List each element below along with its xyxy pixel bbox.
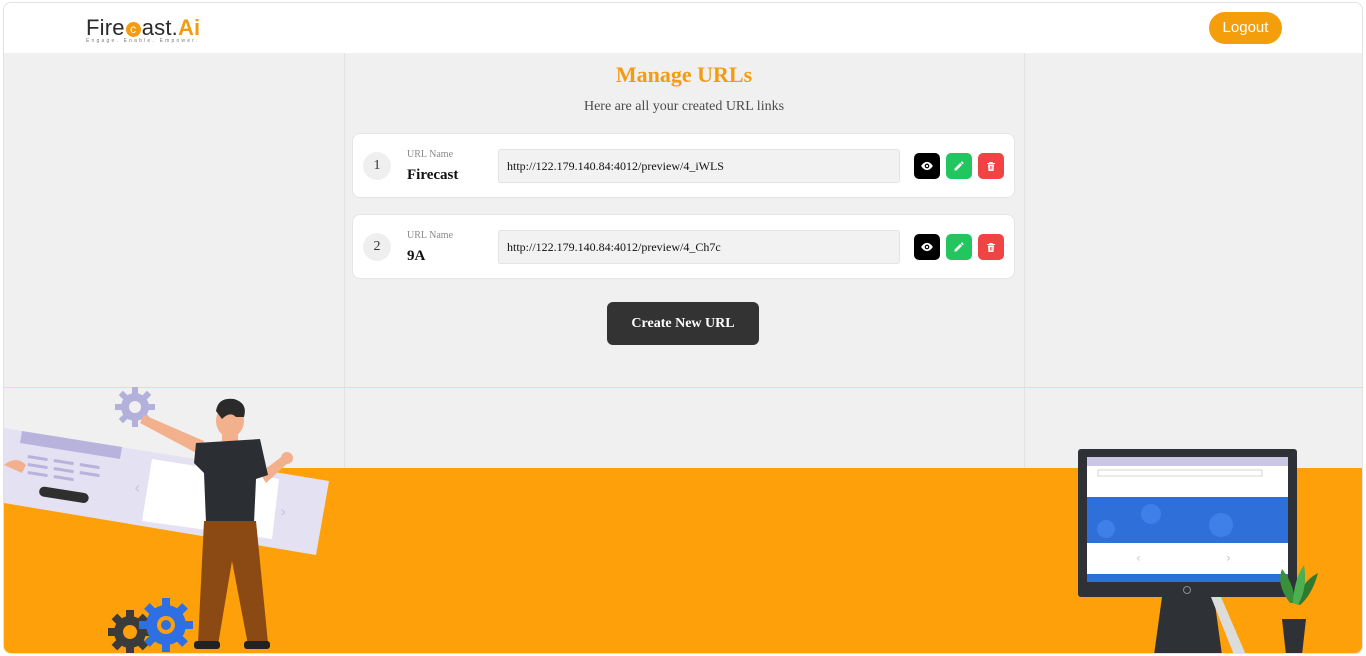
- svg-text:‹: ‹: [134, 478, 140, 497]
- delete-button[interactable]: [978, 153, 1004, 179]
- trash-icon: [987, 161, 995, 171]
- gear-illustration-dark: [108, 610, 152, 653]
- monitor-illustration: ‹ ›: [1078, 449, 1297, 653]
- svg-text:›: ›: [280, 502, 286, 521]
- svg-text:‹: ‹: [1136, 551, 1141, 565]
- pencil-icon: [954, 242, 964, 252]
- url-link-field[interactable]: http://122.179.140.84:4012/preview/4_Ch7…: [498, 230, 900, 264]
- url-link-field[interactable]: http://122.179.140.84:4012/preview/4_iWL…: [498, 149, 900, 183]
- url-name-label: URL Name: [407, 149, 454, 160]
- url-card: 1 URL Name Firecast http://122.179.140.8…: [352, 133, 1015, 198]
- gear-illustration-blue: [139, 598, 193, 652]
- url-name-value: Firecast: [407, 167, 459, 183]
- delete-button[interactable]: [978, 234, 1004, 260]
- create-new-url-button[interactable]: Create New URL: [607, 302, 759, 345]
- pencil-icon: [954, 161, 964, 171]
- app-frame: Fire c ast. Ai Engage. Enable. Empower. …: [3, 2, 1363, 654]
- page-title: Manage URLs: [615, 62, 753, 87]
- edit-button[interactable]: [946, 153, 972, 179]
- edit-button[interactable]: [946, 234, 972, 260]
- eye-icon: [921, 161, 933, 171]
- url-name-label: URL Name: [407, 230, 454, 241]
- web-board-illustration: ‹ ›: [4, 428, 329, 555]
- view-button[interactable]: [914, 153, 940, 179]
- page-subtitle: Here are all your created URL links: [583, 99, 785, 114]
- trash-icon: [987, 242, 995, 252]
- url-index-badge: 2: [363, 233, 391, 261]
- url-name-value: 9A: [407, 248, 426, 264]
- svg-text:›: ›: [1226, 551, 1231, 565]
- eye-icon: [921, 242, 933, 252]
- url-index-badge: 1: [363, 152, 391, 180]
- plant-illustration: [1280, 565, 1318, 653]
- url-card: 2 URL Name 9A http://122.179.140.84:4012…: [352, 214, 1015, 279]
- view-button[interactable]: [914, 234, 940, 260]
